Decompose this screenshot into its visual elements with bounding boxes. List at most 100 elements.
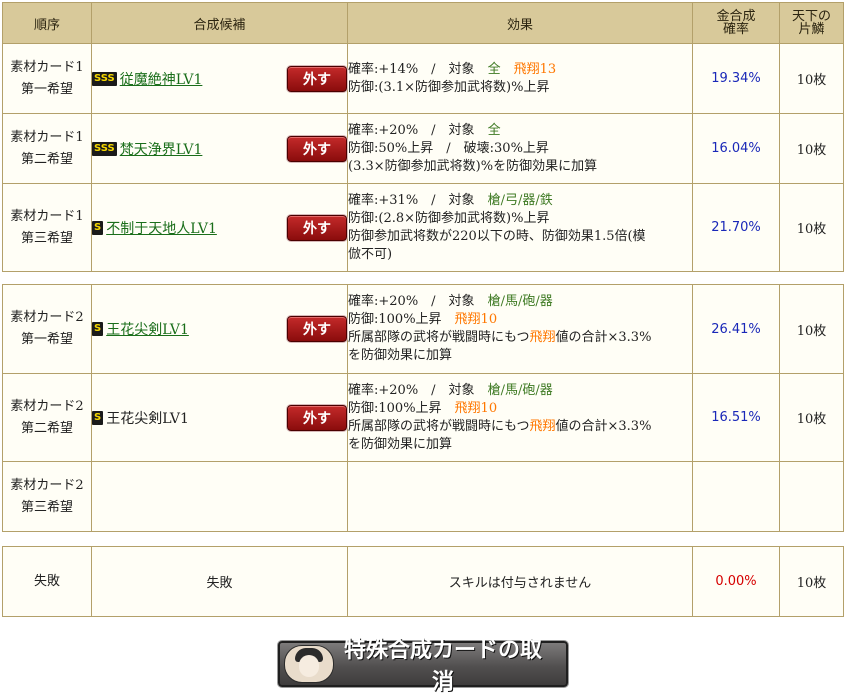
remove-button[interactable]: 外す bbox=[287, 214, 347, 241]
order-cell: 素材カード2 第二希望 bbox=[2, 373, 92, 462]
effect-target: 全 bbox=[487, 122, 501, 138]
candidate-cell: S 王花尖剣LV1 外す bbox=[91, 284, 348, 374]
gold-rate-cell: 26.41% bbox=[692, 284, 780, 374]
fusion-table-card1: 順序 合成候補 効果 金合成 確率 天下の 片鱗 素材カード1 第一希望 SSS bbox=[2, 2, 844, 272]
effect-hisho: 飛翔 bbox=[529, 418, 556, 434]
effect-defense-text: 防御:100%上昇 bbox=[348, 400, 455, 416]
effect-cell: 確率:+31% / 対象 槍/弓/器/鉄 防御:(2.8×防御参加武将数)%上昇… bbox=[347, 183, 693, 272]
scale-count: 10枚 bbox=[779, 43, 844, 114]
header-candidate: 合成候補 bbox=[91, 2, 348, 44]
fusion-table-card2: 素材カード2 第一希望 S 王花尖剣LV1 外す 確率:+20% / 対象 槍/… bbox=[2, 284, 844, 532]
effect-line: 確率:+20% / 対象 槍/馬/砲/器 bbox=[348, 382, 692, 400]
table-row: 素材カード2 第二希望 S 王花尖剣LV1 外す 確率:+20% / 対象 槍/… bbox=[2, 373, 844, 462]
candidate-cell: SSS 梵天浄界LV1 外す bbox=[91, 113, 348, 184]
order-priority: 第三希望 bbox=[20, 230, 73, 246]
gold-rate-value: 19.34% bbox=[711, 71, 761, 86]
remove-button[interactable]: 外す bbox=[287, 404, 347, 431]
effect-hisho: 飛翔13 bbox=[500, 61, 557, 77]
effect-line: 確率:+14% / 対象 全 飛翔13 bbox=[348, 61, 692, 79]
scale-count: 10枚 bbox=[779, 113, 844, 184]
effect-rate-text: 確率:+14% / 対象 bbox=[348, 61, 488, 77]
candidate-cell-empty bbox=[91, 461, 348, 532]
gold-rate-value: 26.41% bbox=[711, 321, 761, 337]
rank-badge: S bbox=[92, 322, 104, 336]
effect-rate-text: 確率:+31% / 対象 bbox=[348, 192, 488, 208]
effect-line: を防御効果に加算 bbox=[348, 436, 453, 452]
gold-rate-cell: 16.51% bbox=[692, 373, 780, 462]
gold-rate-value: 21.70% bbox=[711, 220, 761, 235]
effect-line: 確率:+20% / 対象 槍/馬/砲/器 bbox=[348, 293, 692, 311]
table-row: 素材カード1 第一希望 SSS 従魔絶神LV1 外す 確率:+14% / 対象 … bbox=[2, 43, 844, 114]
order-label: 素材カード1 bbox=[10, 129, 84, 145]
candidate-cell: S 不制于天地人LV1 外す bbox=[91, 183, 348, 272]
order-cell: 素材カード1 第三希望 bbox=[2, 183, 92, 272]
effect-line: 防御:50%上昇 / 破壊:30%上昇 bbox=[348, 140, 549, 156]
header-rate-line2: 確率 bbox=[722, 22, 749, 37]
order-cell: 素材カード1 第一希望 bbox=[2, 43, 92, 114]
effect-rate-text: 確率:+20% / 対象 bbox=[348, 122, 488, 138]
portrait-icon bbox=[284, 645, 334, 683]
order-priority: 第一希望 bbox=[20, 81, 73, 97]
failure-effect: スキルは付与されません bbox=[347, 546, 693, 617]
table-row: 素材カード1 第二希望 SSS 梵天浄界LV1 外す 確率:+20% / 対象 … bbox=[2, 113, 844, 184]
effect-line: 所属部隊の武将が戦闘時にもつ飛翔値の合計×3.3% bbox=[348, 418, 692, 436]
order-label: 素材カード1 bbox=[10, 208, 84, 224]
failure-candidate: 失敗 bbox=[91, 546, 348, 617]
effect-line: 所属部隊の武将が戦闘時にもつ飛翔値の合計×3.3% bbox=[348, 329, 692, 347]
effect-line: 防御:(3.1×防御参加武将数)%上昇 bbox=[348, 79, 550, 95]
effect-hisho: 飛翔10 bbox=[454, 312, 498, 327]
failure-row: 失敗 失敗 スキルは付与されません 0.00% 10枚 bbox=[2, 546, 844, 617]
effect-rate-text: 確率:+20% / 対象 bbox=[348, 382, 488, 398]
effect-line: 防御:(2.8×防御参加武将数)%上昇 bbox=[348, 210, 550, 226]
remove-button[interactable]: 外す bbox=[287, 65, 347, 92]
scale-count: 10枚 bbox=[779, 546, 844, 617]
candidate-cell: S 王花尖剣LV1 外す bbox=[91, 373, 348, 462]
order-cell: 素材カード1 第二希望 bbox=[2, 113, 92, 184]
effect-rate-text: 確率:+20% / 対象 bbox=[348, 294, 488, 309]
rank-badge: S bbox=[92, 220, 104, 235]
gold-rate-value: 16.04% bbox=[711, 141, 761, 156]
header-effect: 効果 bbox=[347, 2, 693, 44]
gold-rate-cell: 16.04% bbox=[692, 113, 780, 184]
table-header-row: 順序 合成候補 効果 金合成 確率 天下の 片鱗 bbox=[2, 2, 844, 44]
order-cell: 素材カード2 第一希望 bbox=[2, 284, 92, 374]
order-label: 素材カード2 bbox=[10, 310, 84, 325]
table-row: 素材カード2 第一希望 S 王花尖剣LV1 外す 確率:+20% / 対象 槍/… bbox=[2, 284, 844, 374]
effect-target: 槍/馬/砲/器 bbox=[487, 294, 553, 309]
fusion-table-failure: 失敗 失敗 スキルは付与されません 0.00% 10枚 bbox=[2, 546, 844, 617]
effect-line: (3.3×防御参加武将数)%を防御効果に加算 bbox=[348, 158, 598, 174]
effect-line: 確率:+20% / 対象 全 bbox=[348, 122, 692, 140]
effect-hisho: 飛翔 bbox=[529, 330, 556, 345]
order-priority: 第二希望 bbox=[20, 151, 73, 167]
header-tenka-hensho: 天下の 片鱗 bbox=[779, 2, 844, 44]
rank-badge: SSS bbox=[92, 141, 117, 156]
effect-target: 槍/馬/砲/器 bbox=[487, 382, 553, 398]
effect-line: 倣不可) bbox=[348, 246, 393, 262]
gold-rate-cell: 19.34% bbox=[692, 43, 780, 114]
skill-link[interactable]: 不制于天地人LV1 bbox=[106, 218, 217, 238]
effect-text: 所属部隊の武将が戦闘時にもつ bbox=[348, 330, 530, 345]
effect-cell: 確率:+20% / 対象 槍/馬/砲/器 防御:100%上昇 飛翔10 所属部隊… bbox=[347, 373, 693, 462]
remove-button[interactable]: 外す bbox=[287, 316, 347, 342]
effect-target: 全 bbox=[487, 61, 501, 77]
remove-button[interactable]: 外す bbox=[287, 135, 347, 162]
cancel-button-label: 特殊合成カードの取消 bbox=[343, 638, 542, 695]
effect-cell: 確率:+14% / 対象 全 飛翔13 防御:(3.1×防御参加武将数)%上昇 bbox=[347, 43, 693, 114]
effect-text: 所属部隊の武将が戦闘時にもつ bbox=[348, 418, 530, 434]
order-priority: 第一希望 bbox=[20, 332, 73, 347]
effect-line: 防御参加武将数が220以下の時、防御効果1.5倍(模 bbox=[348, 228, 646, 244]
table-row: 素材カード1 第三希望 S 不制于天地人LV1 外す 確率:+31% / 対象 … bbox=[2, 183, 844, 272]
cancel-special-fusion-card-button[interactable]: 特殊合成カードの取消 bbox=[278, 638, 568, 695]
skill-link[interactable]: 従魔絶神LV1 bbox=[120, 69, 203, 89]
rank-badge: S bbox=[92, 410, 104, 425]
gold-rate-cell: 21.70% bbox=[692, 183, 780, 272]
header-gold-rate: 金合成 確率 bbox=[692, 2, 780, 44]
skill-link[interactable]: 王花尖剣LV1 bbox=[106, 319, 189, 339]
order-priority: 第三希望 bbox=[20, 499, 73, 515]
skill-link[interactable]: 梵天浄界LV1 bbox=[120, 139, 203, 159]
order-priority: 第二希望 bbox=[20, 420, 73, 436]
candidate-cell: SSS 従魔絶神LV1 外す bbox=[91, 43, 348, 114]
scale-count: 10枚 bbox=[779, 373, 844, 462]
order-label: 素材カード1 bbox=[10, 59, 84, 75]
effect-line: 確率:+31% / 対象 槍/弓/器/鉄 bbox=[348, 192, 692, 210]
